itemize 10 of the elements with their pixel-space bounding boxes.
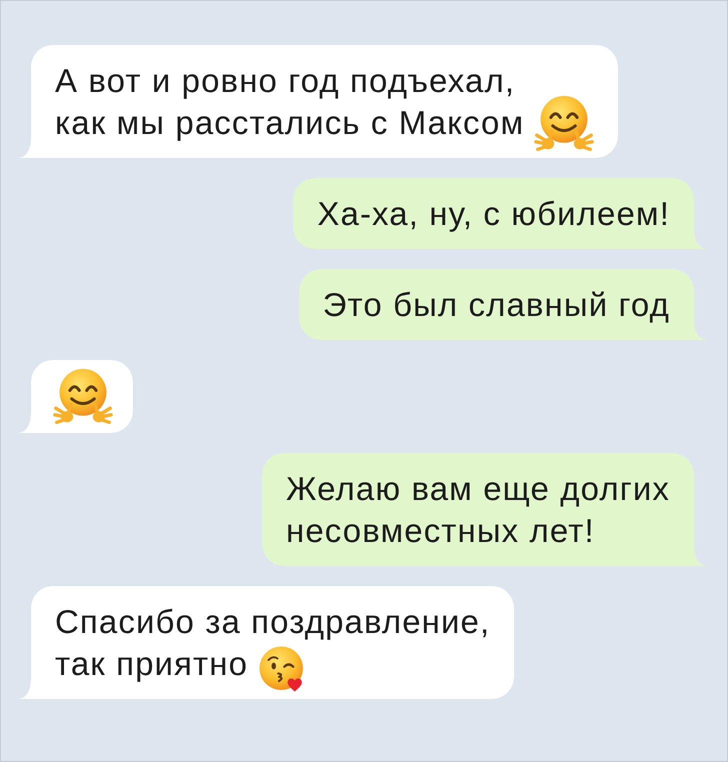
message-text: Ха-ха, ну, с юбилеем! [317,195,670,232]
hugging-face-icon [53,367,113,427]
message-text: Желаю вам еще долгих [286,470,670,507]
message-text: так приятно [55,645,248,682]
message-text: несовместных лет! [286,512,595,549]
message-text: Это был славный год [322,286,670,323]
message-text: как мы расстались с Максом [55,104,524,141]
message-text: Спасибо за поздравление, [55,603,490,640]
hugging-face-icon [534,94,594,154]
message-text: А вот и ровно год подъехал, [55,62,516,99]
